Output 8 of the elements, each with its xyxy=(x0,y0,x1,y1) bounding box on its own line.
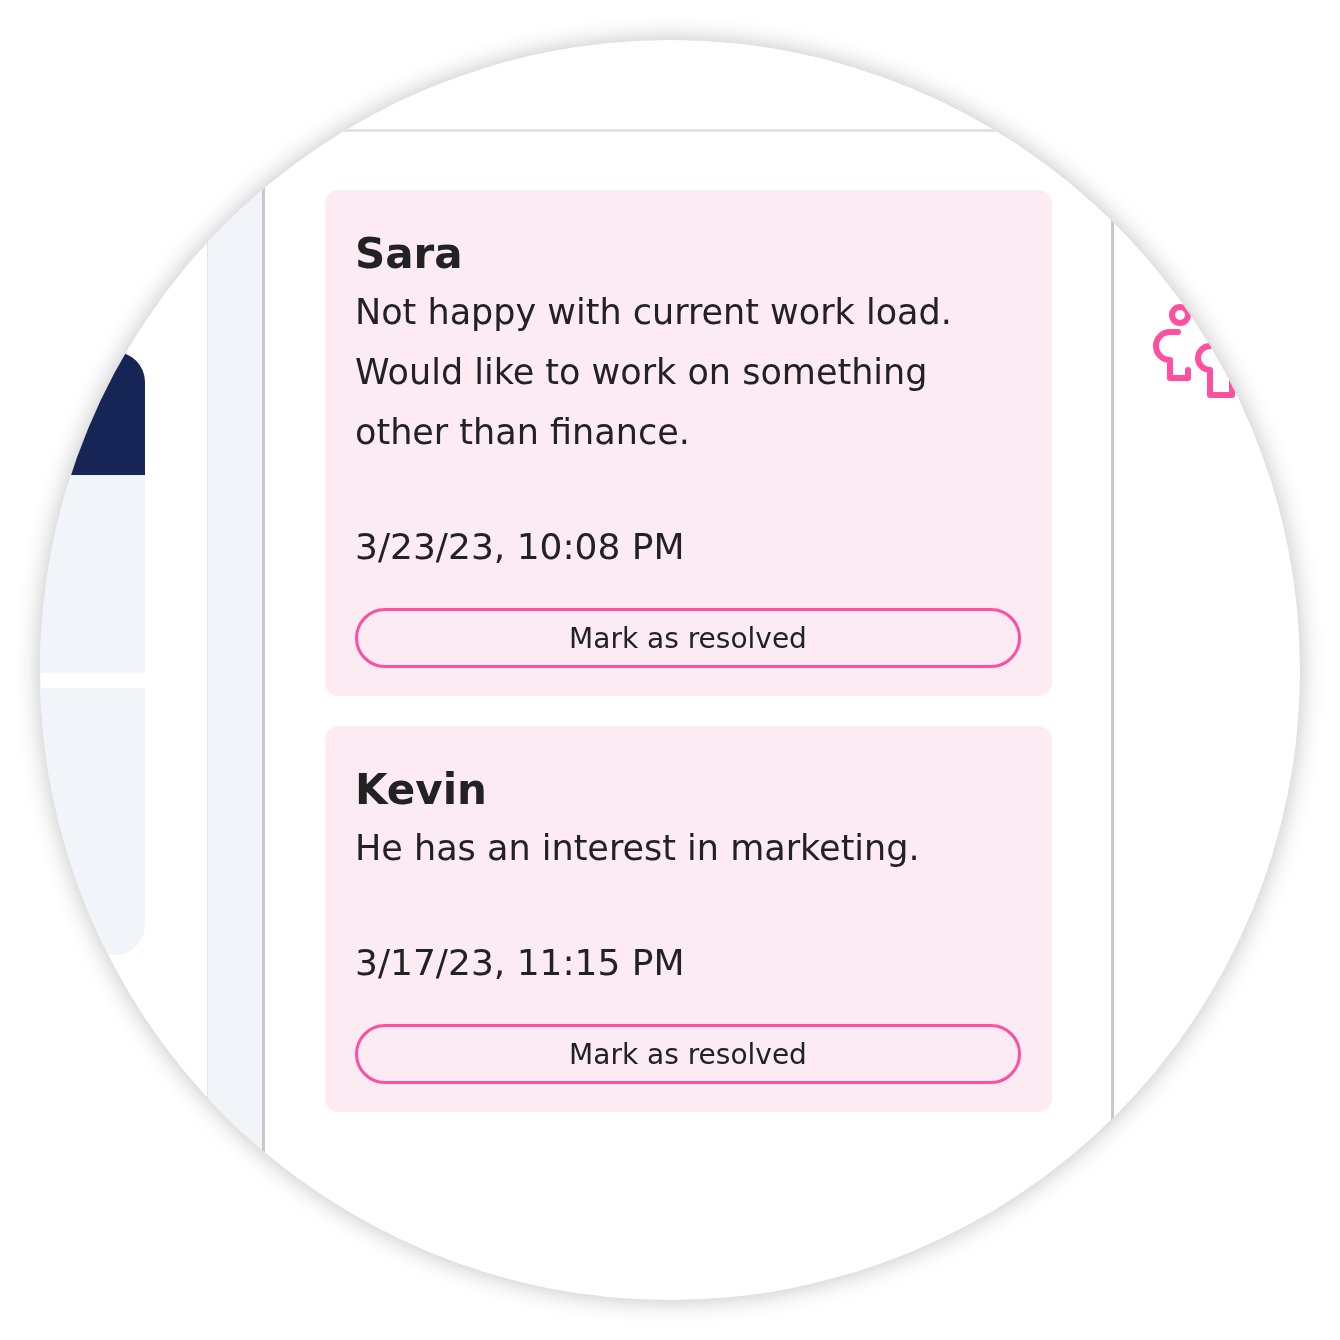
note-text: He has an interest in marketing. xyxy=(355,827,921,870)
note-author: Kevin xyxy=(355,764,488,816)
resolve-button[interactable]: Mark as resolved xyxy=(355,1024,1021,1084)
resolve-button[interactable]: Mark as resolved xyxy=(355,608,1021,668)
note-timestamp: 3/17/23, 11:15 PM xyxy=(355,941,686,985)
note-timestamp: 3/23/23, 10:08 PM xyxy=(355,525,686,569)
note-text: Not happy with current work load. Would like to work on something other than finance. xyxy=(355,291,953,454)
note-author: Sara xyxy=(355,228,464,280)
